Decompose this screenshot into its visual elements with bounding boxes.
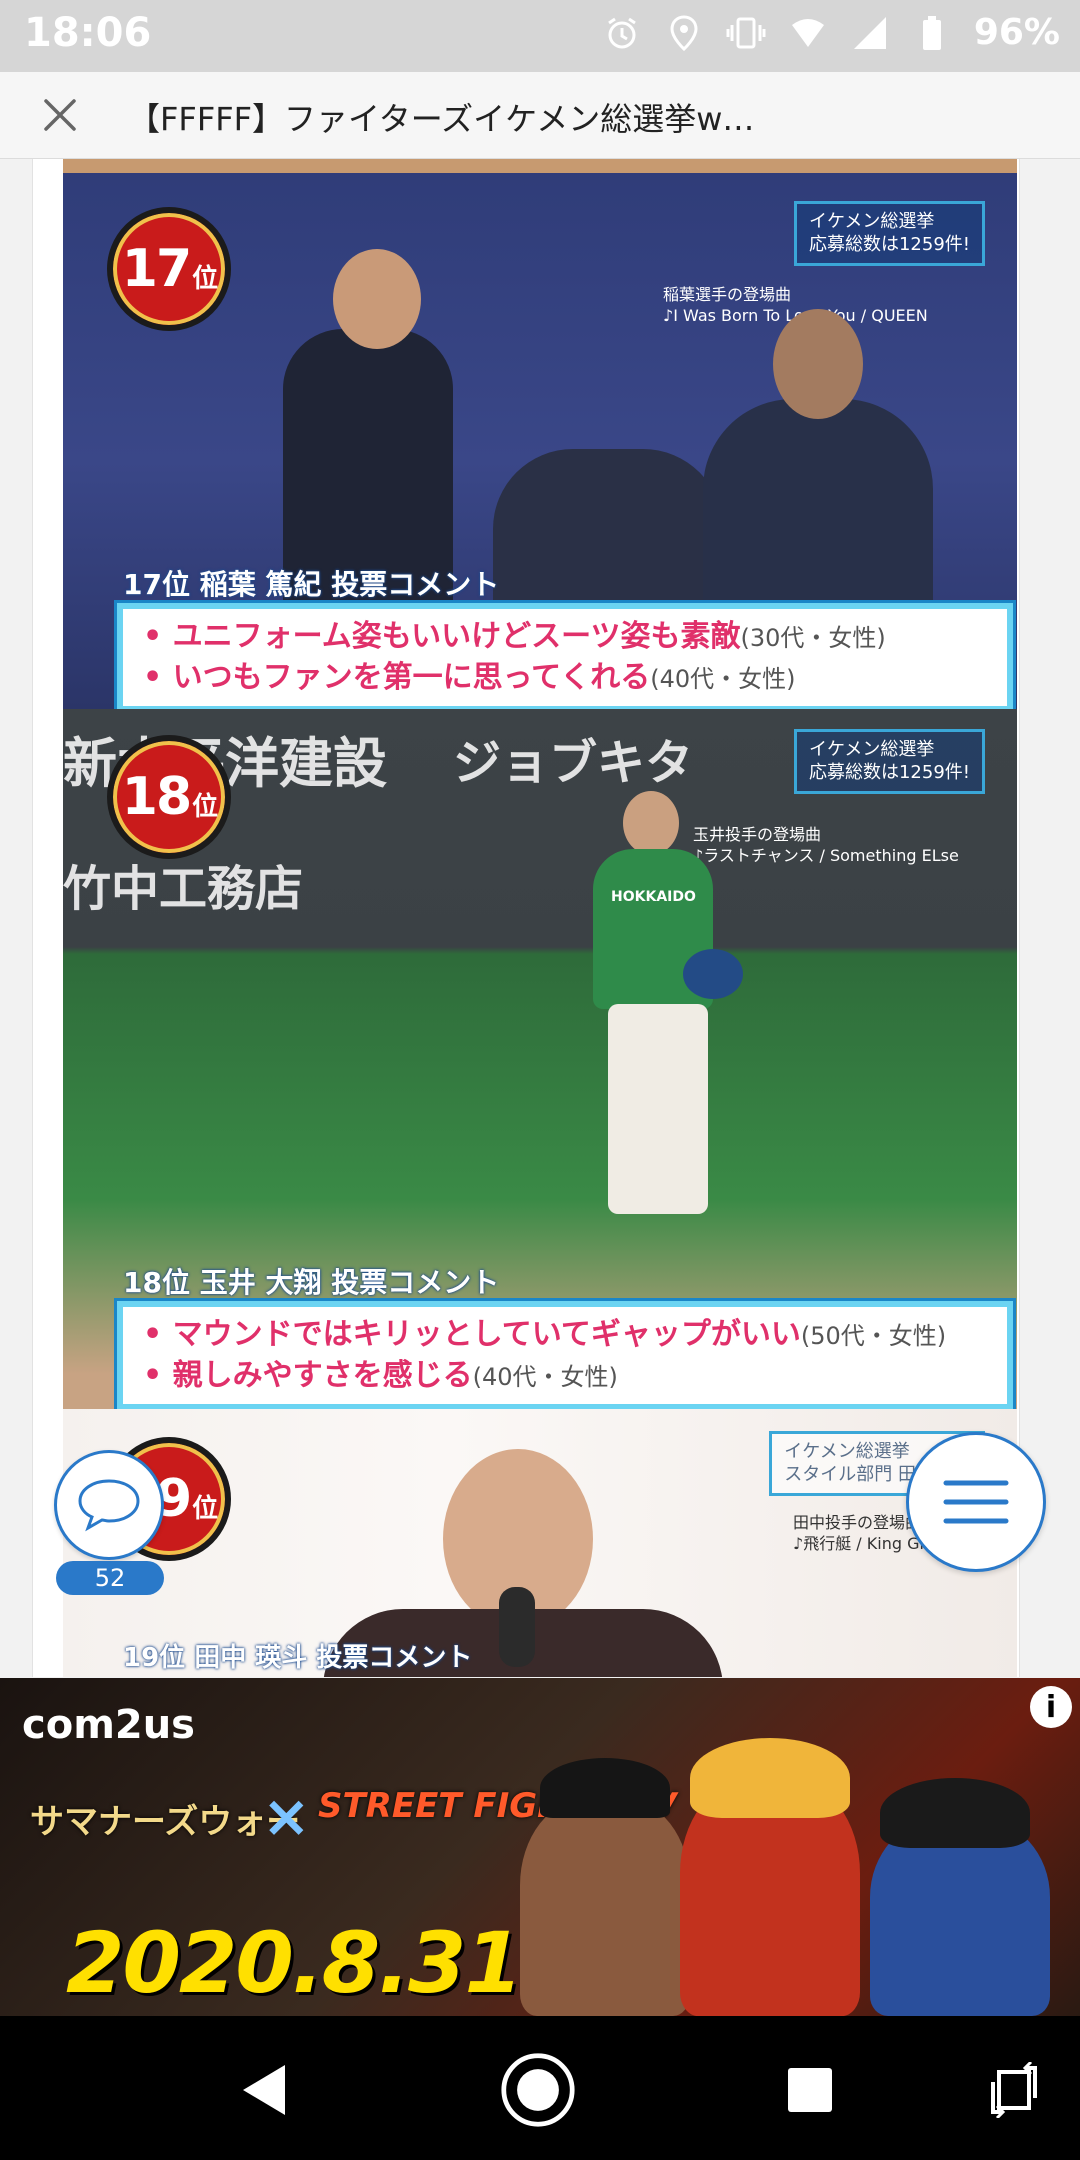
jersey-text: HOKKAIDO: [611, 889, 696, 905]
comment-line: • いつもファンを第一に思ってくれる(40代・女性): [143, 659, 796, 695]
rotate-button[interactable]: [976, 2052, 1052, 2128]
home-circle-icon: [501, 2053, 575, 2127]
ad-character: [520, 1798, 690, 2016]
status-bar: 18:06 96%: [0, 0, 1080, 72]
comment-heading-18: 18位 玉井 大翔 投票コメント: [123, 1266, 500, 1299]
comment-box-18: • マウンドではキリッとしていてギャップがいい(50代・女性) • 親しみやすさ…: [117, 1301, 1013, 1409]
hamburger-icon: [943, 1480, 1009, 1524]
rotate-icon: [991, 2062, 1037, 2118]
panel-top-strip: [63, 159, 1017, 173]
ranking-image-19: 19位 イケメン総選挙 スタイル部門 田中瑛斗 田中投手の登場曲 ♪飛行艇 / …: [63, 1409, 1017, 1677]
election-tag: イケメン総選挙 応募総数は1259件!: [793, 729, 985, 794]
election-tag: イケメン総選挙 応募総数は1259件!: [793, 201, 985, 266]
vibrate-icon: [726, 13, 766, 53]
location-icon: [664, 13, 704, 53]
speech-bubble-icon: [78, 1479, 140, 1532]
comments-button[interactable]: [54, 1450, 164, 1560]
recents-square-icon: [788, 2068, 832, 2112]
ad-cross-mark: ×: [262, 1782, 311, 1850]
ad-game-logo: サマナーズウォー: [30, 1802, 301, 1842]
rank-badge-17: 17 位: [107, 207, 231, 331]
wifi-icon: [788, 13, 828, 53]
ranking-image-18: 新太平洋建設 ジョブキタ 竹中工務店 18 位 イケメン総選挙 応募総数は1259…: [63, 709, 1017, 1409]
alarm-icon: [602, 13, 642, 53]
page-title: 【FFFFF】ファイターズイケメン総選挙w…: [128, 100, 755, 138]
close-button[interactable]: [28, 88, 92, 142]
menu-button[interactable]: [906, 1432, 1046, 1572]
player-head: [623, 791, 679, 855]
sponsor-sign: 竹中工務店: [63, 861, 304, 917]
comment-line: • ユニフォーム姿もいいけどスーツ姿も素敵(30代・女性): [143, 619, 886, 654]
ad-character-hair: [690, 1738, 850, 1818]
home-button[interactable]: [500, 2052, 576, 2128]
comment-heading-19: 19位 田中 瑛斗 投票コメント: [123, 1643, 473, 1673]
ranking-image-17: 17 位 イケメン総選挙 応募総数は1259件! 稲葉選手の登場曲 ♪I Was …: [63, 159, 1017, 709]
back-button[interactable]: [226, 2052, 302, 2128]
comment-count-badge[interactable]: 52: [56, 1561, 164, 1595]
song-caption: 玉井投手の登場曲 ♪ラストチャンス / Something ELse: [693, 825, 959, 865]
article-body: 17 位 イケメン総選挙 応募総数は1259件! 稲葉選手の登場曲 ♪I Was …: [32, 159, 1020, 1677]
status-icons: 96%: [602, 12, 1060, 53]
signal-icon: [850, 13, 890, 53]
rank-badge-18: 18 位: [107, 735, 231, 859]
person-head: [773, 309, 863, 419]
person-head: [333, 249, 421, 349]
comment-box-17: • ユニフォーム姿もいいけどスーツ姿も素敵(30代・女性) • いつもファンを第…: [117, 603, 1013, 709]
close-icon: [44, 99, 76, 131]
article-scroll-area[interactable]: 17 位 イケメン総選挙 応募総数は1259件! 稲葉選手の登場曲 ♪I Was …: [0, 159, 1080, 1677]
ad-banner[interactable]: com2us サマナーズウォー × STREET FIGHTER V 2020.…: [0, 1678, 1080, 2016]
sponsor-sign: ジョブキタ: [453, 735, 694, 791]
battery-percent: 96%: [973, 12, 1060, 53]
back-triangle-icon: [243, 2065, 285, 2115]
comment-heading-17: 17位 稲葉 篤紀 投票コメント: [123, 568, 500, 601]
ad-character-hair: [880, 1778, 1030, 1848]
player-pants: [608, 1004, 708, 1214]
system-nav-bar: [0, 2016, 1080, 2160]
app-header: 【FFFFF】ファイターズイケメン総選挙w…: [0, 72, 1080, 159]
ad-date: 2020.8.31: [66, 1914, 523, 2012]
baseball-glove: [683, 949, 743, 999]
ad-info-button[interactable]: i: [1030, 1686, 1072, 1728]
recents-button[interactable]: [772, 2052, 848, 2128]
ad-brand-logo: com2us: [22, 1702, 195, 1748]
status-time: 18:06: [24, 10, 152, 56]
ad-character-hair: [540, 1758, 670, 1818]
battery-icon: [912, 13, 952, 53]
comment-line: • 親しみやすさを感じる(40代・女性): [143, 1357, 618, 1393]
comment-line: • マウンドではキリッとしていてギャップがいい(50代・女性): [143, 1317, 947, 1352]
microphone: [499, 1587, 535, 1667]
